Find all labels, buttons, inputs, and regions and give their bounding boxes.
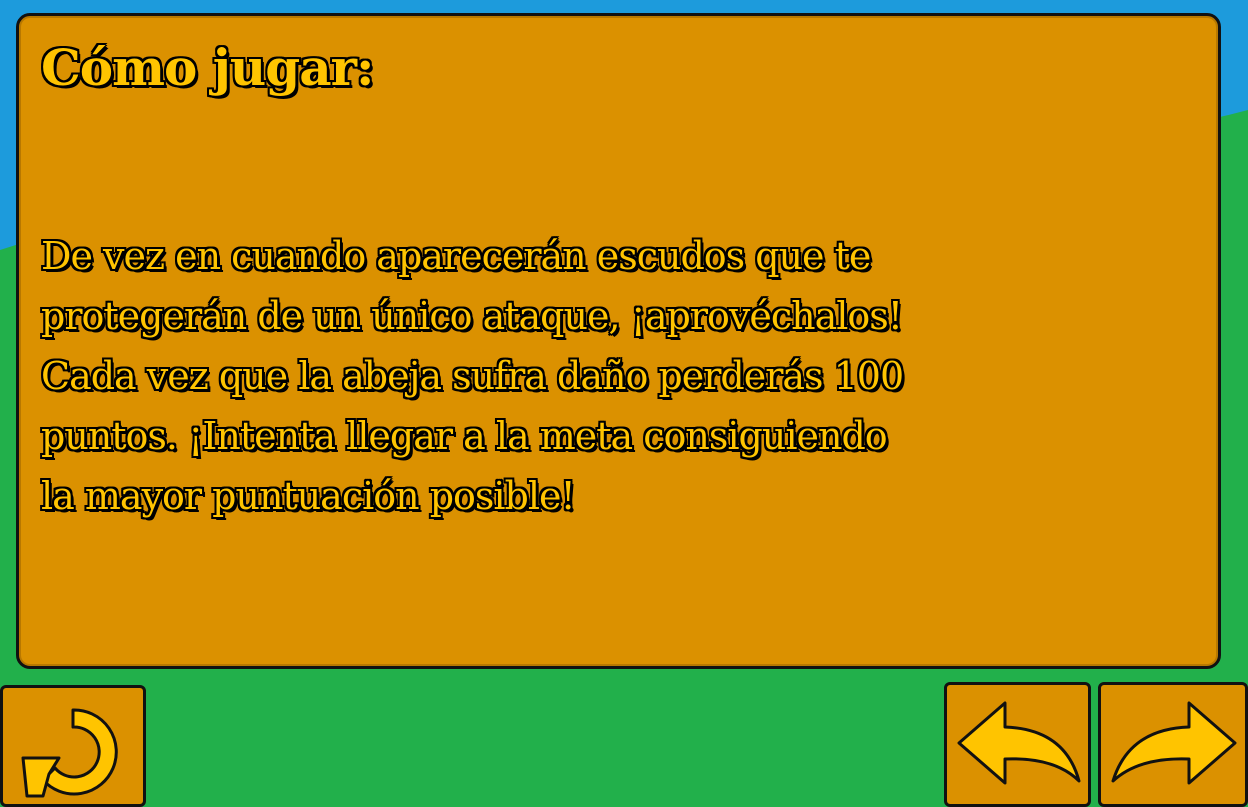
instructions-line: la mayor puntuación posible! bbox=[41, 474, 576, 518]
instructions-line: De vez en cuando aparecerán escudos que … bbox=[41, 234, 871, 278]
next-button[interactable] bbox=[1098, 682, 1248, 807]
curved-left-arrow-icon bbox=[957, 701, 1081, 785]
curved-right-arrow-icon bbox=[1111, 701, 1237, 785]
instructions-line: protegerán de un único ataque, ¡aprovéch… bbox=[41, 294, 903, 338]
restart-button[interactable] bbox=[0, 685, 146, 807]
restart-arrow-icon bbox=[21, 708, 118, 798]
panel-title: Cómo jugar: bbox=[41, 38, 374, 97]
back-button[interactable] bbox=[944, 682, 1091, 807]
instructions-line: puntos. ¡Intenta llegar a la meta consig… bbox=[41, 414, 888, 458]
how-to-play-panel: Cómo jugar: De vez en cuando aparecerán … bbox=[16, 13, 1221, 669]
instructions-text: De vez en cuando aparecerán escudos que … bbox=[41, 226, 941, 526]
instructions-line: Cada vez que la abeja sufra daño perderá… bbox=[41, 354, 904, 398]
